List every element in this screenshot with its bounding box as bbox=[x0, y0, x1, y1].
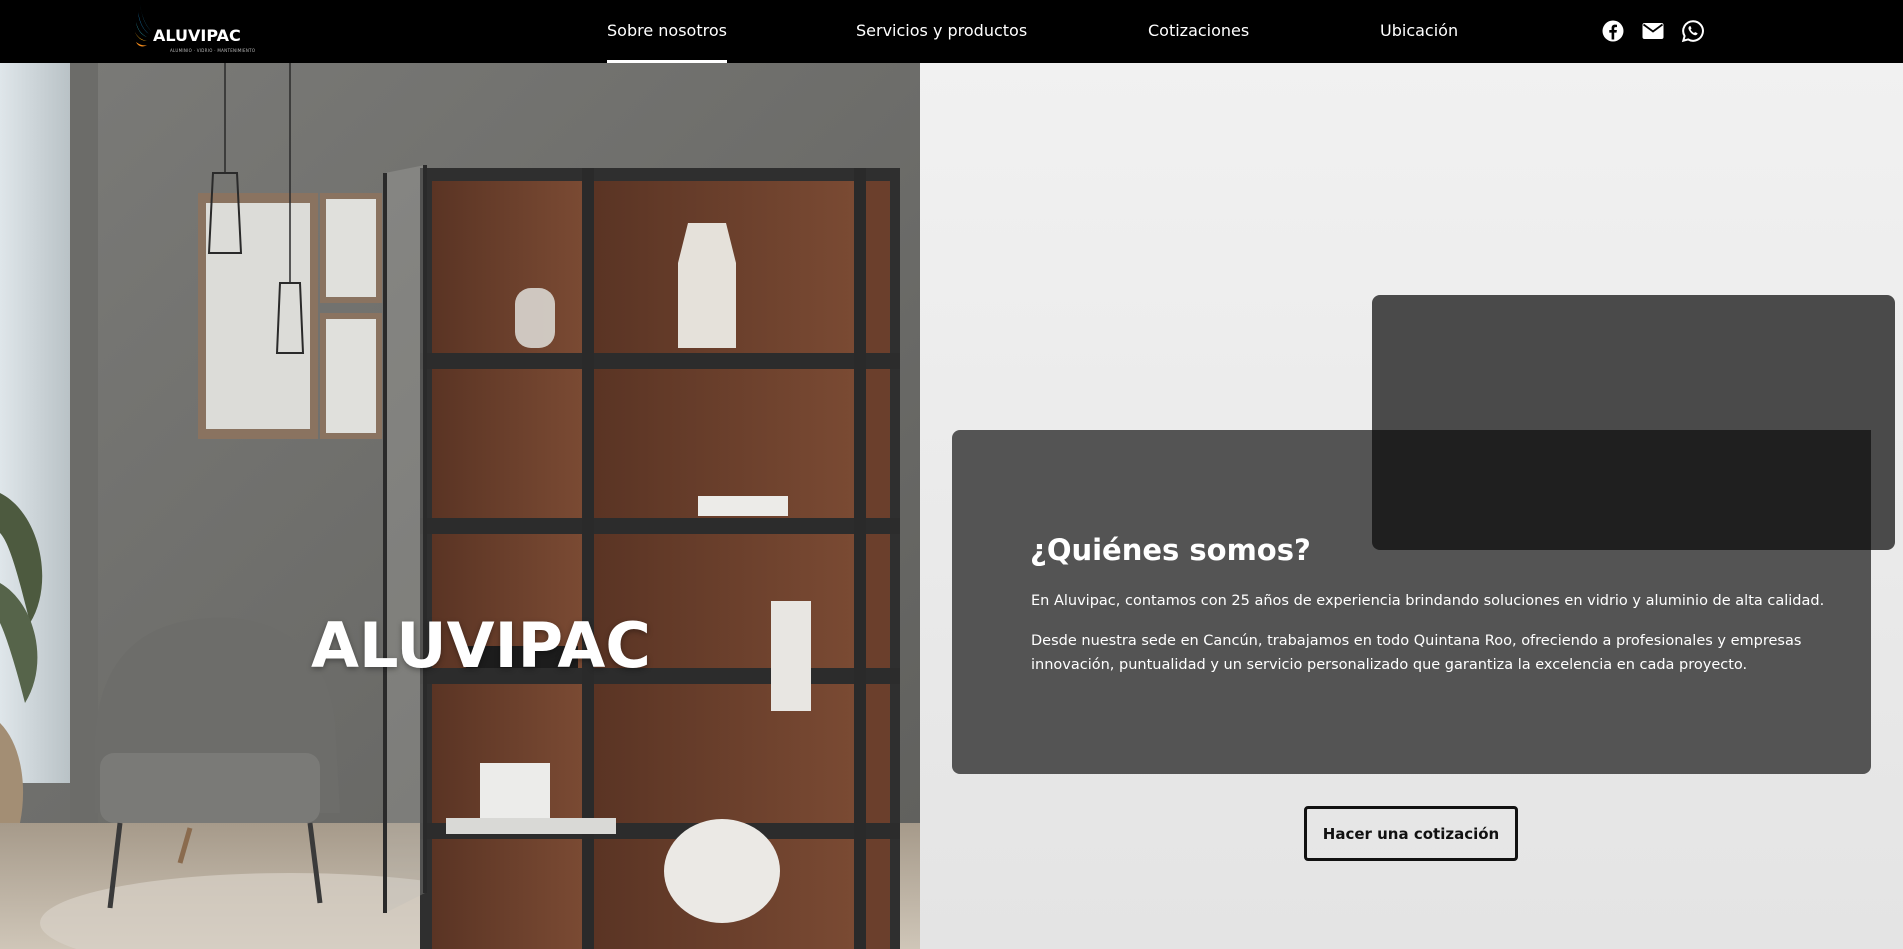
quote-button[interactable]: Hacer una cotización bbox=[1304, 806, 1518, 861]
nav-cotizaciones[interactable]: Cotizaciones bbox=[1148, 0, 1249, 63]
navbar: ALUVIPAC ALUMINIO · VIDRIO · MANTENIMIEN… bbox=[0, 0, 1903, 63]
decorative-overlap bbox=[1372, 430, 1871, 550]
nav-servicios-productos[interactable]: Servicios y productos bbox=[856, 0, 1027, 63]
about-paragraph-2-line-2: innovación, puntualidad y un servicio pe… bbox=[1031, 657, 1748, 673]
hero-title: ALUVIPAC bbox=[311, 609, 651, 682]
nav-sobre-nosotros[interactable]: Sobre nosotros bbox=[607, 0, 727, 63]
about-paragraph-1: En Aluvipac, contamos con 25 años de exp… bbox=[1031, 593, 1825, 609]
facebook-icon[interactable] bbox=[1601, 19, 1625, 43]
nav-ubicacion[interactable]: Ubicación bbox=[1380, 0, 1458, 63]
about-title: ¿Quiénes somos? bbox=[1030, 533, 1311, 567]
brand-name: ALUVIPAC bbox=[153, 26, 241, 45]
mail-icon[interactable] bbox=[1641, 19, 1665, 43]
hero-image bbox=[0, 63, 920, 949]
hero-section: ALUVIPAC bbox=[0, 63, 920, 949]
brand-tagline: ALUMINIO · VIDRIO · MANTENIMIENTO bbox=[170, 48, 256, 53]
about-paragraph-2-line-1: Desde nuestra sede en Cancún, trabajamos… bbox=[1031, 633, 1802, 649]
about-section: ¿Quiénes somos? En Aluvipac, contamos co… bbox=[920, 63, 1903, 949]
whatsapp-icon[interactable] bbox=[1681, 19, 1705, 43]
